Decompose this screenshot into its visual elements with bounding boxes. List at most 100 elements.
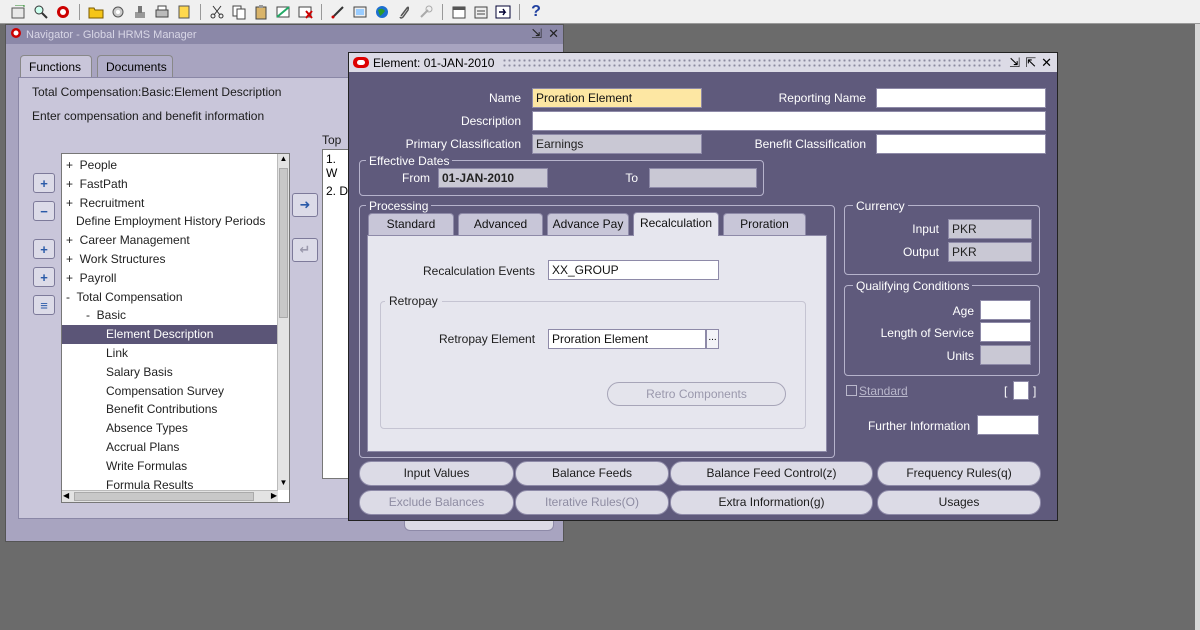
- frequency-rules-button[interactable]: Frequency Rules(q): [877, 461, 1041, 486]
- tab-advanced[interactable]: Advanced: [458, 213, 543, 235]
- balance-feeds-button[interactable]: Balance Feeds: [515, 461, 669, 486]
- tab-functions[interactable]: Functions: [20, 55, 92, 77]
- to-date-field[interactable]: [649, 168, 757, 188]
- tab-standard[interactable]: Standard: [368, 213, 454, 235]
- folder-tools-icon[interactable]: [472, 3, 490, 21]
- window-icon[interactable]: [494, 3, 512, 21]
- tree-item[interactable]: - Total Compensation: [62, 288, 289, 307]
- scrollbar-thumb[interactable]: [74, 492, 254, 501]
- units-field[interactable]: [980, 345, 1031, 365]
- scroll-right-icon[interactable]: ▶: [271, 491, 277, 500]
- standard-checkbox[interactable]: [846, 385, 857, 396]
- exclude-balances-button[interactable]: Exclude Balances: [359, 490, 514, 515]
- tree-item[interactable]: Salary Basis: [62, 363, 289, 382]
- tree-item[interactable]: + Payroll: [62, 269, 289, 288]
- gear-icon[interactable]: [109, 3, 127, 21]
- element-titlebar[interactable]: Element: 01-JAN-2010 ⇲ ⇱ ✕: [349, 53, 1057, 72]
- collapse-all-icon[interactable]: ≡: [33, 295, 55, 315]
- benefit-classification-field[interactable]: [876, 134, 1046, 154]
- tree-horizontal-scrollbar[interactable]: ◀ ▶: [62, 490, 278, 502]
- close-icon[interactable]: ✕: [548, 26, 559, 42]
- tree-item[interactable]: Benefit Contributions: [62, 400, 289, 419]
- tree-item[interactable]: - Basic: [62, 306, 289, 325]
- tree-item[interactable]: Accrual Plans: [62, 438, 289, 457]
- recalculation-events-field[interactable]: XX_GROUP: [548, 260, 719, 280]
- tree-item[interactable]: + Work Structures: [62, 250, 289, 269]
- tab-advance-pay[interactable]: Advance Pay: [547, 213, 629, 235]
- tree-item[interactable]: + Career Management: [62, 231, 289, 250]
- further-information-field[interactable]: [977, 415, 1039, 435]
- resize-icon[interactable]: ⇲: [531, 26, 542, 42]
- iterative-rules-button[interactable]: Iterative Rules(O): [515, 490, 669, 515]
- tab-proration[interactable]: Proration: [723, 213, 806, 235]
- navigator-icon[interactable]: [54, 3, 72, 21]
- tree-item[interactable]: Link: [62, 344, 289, 363]
- extra-information-button[interactable]: Extra Information(g): [670, 490, 873, 515]
- expand-branch-icon[interactable]: +: [33, 239, 55, 259]
- tree-item[interactable]: + People: [62, 156, 289, 175]
- reporting-name-field[interactable]: [876, 88, 1046, 108]
- help-icon[interactable]: ?: [527, 3, 545, 21]
- input-currency-field[interactable]: PKR: [948, 219, 1032, 239]
- delete-icon[interactable]: [296, 3, 314, 21]
- folder-icon[interactable]: [87, 3, 105, 21]
- maximize-icon[interactable]: ⇱: [1025, 55, 1036, 71]
- tools-icon[interactable]: [417, 3, 435, 21]
- tree-item[interactable]: Define Employment History Periods: [62, 212, 289, 231]
- name-field[interactable]: Proration Element: [532, 88, 702, 108]
- attachment-icon[interactable]: [175, 3, 193, 21]
- remove-from-top-ten-icon[interactable]: ↵: [292, 238, 318, 262]
- tree-item[interactable]: Write Formulas: [62, 457, 289, 476]
- tree-item[interactable]: + FastPath: [62, 175, 289, 194]
- descriptive-flexfield[interactable]: [1013, 381, 1029, 400]
- paperclip-icon[interactable]: [395, 3, 413, 21]
- expand-icon[interactable]: +: [33, 173, 55, 193]
- input-values-button[interactable]: Input Values: [359, 461, 514, 486]
- output-currency-field[interactable]: PKR: [948, 242, 1032, 262]
- calendar-icon[interactable]: [450, 3, 468, 21]
- globe-icon[interactable]: [373, 3, 391, 21]
- tab-recalculation[interactable]: Recalculation: [633, 212, 719, 236]
- add-to-top-ten-icon[interactable]: ➜: [292, 193, 318, 217]
- retropay-element-field[interactable]: Proration Element: [548, 329, 706, 349]
- expand-all-icon[interactable]: +: [33, 267, 55, 287]
- scroll-up-icon[interactable]: ▲: [278, 154, 289, 166]
- cut-icon[interactable]: [208, 3, 226, 21]
- list-item[interactable]: 1. W: [323, 150, 351, 182]
- primary-classification-field[interactable]: Earnings: [532, 134, 702, 154]
- tab-documents[interactable]: Documents: [97, 55, 173, 77]
- find-icon[interactable]: [32, 3, 50, 21]
- scroll-down-icon[interactable]: ▼: [278, 478, 289, 490]
- tree-item[interactable]: Absence Types: [62, 419, 289, 438]
- function-tree[interactable]: + People + FastPath + Recruitment Define E…: [61, 153, 290, 503]
- balance-feed-control-button[interactable]: Balance Feed Control(z): [670, 461, 873, 486]
- processing-title: Processing: [366, 199, 432, 213]
- zoom-icon[interactable]: [351, 3, 369, 21]
- stamp-icon[interactable]: [131, 3, 149, 21]
- scroll-left-icon[interactable]: ◀: [63, 491, 69, 500]
- tree-vertical-scrollbar[interactable]: ▲ ▼: [277, 154, 289, 490]
- age-field[interactable]: [980, 300, 1031, 320]
- clear-record-icon[interactable]: [274, 3, 292, 21]
- length-of-service-field[interactable]: [980, 322, 1031, 342]
- close-icon[interactable]: ✕: [1041, 55, 1052, 71]
- copy-icon[interactable]: [230, 3, 248, 21]
- standard-checkbox-label[interactable]: Standard: [859, 384, 908, 398]
- new-icon[interactable]: [10, 3, 28, 21]
- scrollbar-thumb[interactable]: [279, 168, 288, 318]
- edit-icon[interactable]: [329, 3, 347, 21]
- paste-icon[interactable]: [252, 3, 270, 21]
- minimize-icon[interactable]: ⇲: [1009, 55, 1020, 71]
- tree-item[interactable]: Compensation Survey: [62, 382, 289, 401]
- tree-item[interactable]: Element Description: [62, 325, 289, 344]
- tree-item[interactable]: + Recruitment: [62, 194, 289, 213]
- retro-components-button[interactable]: Retro Components: [607, 382, 786, 406]
- list-of-values-button[interactable]: ...: [706, 329, 719, 349]
- description-field[interactable]: [532, 111, 1046, 131]
- navigator-titlebar[interactable]: Navigator - Global HRMS Manager ⇲ ✕: [6, 25, 563, 44]
- print-icon[interactable]: [153, 3, 171, 21]
- collapse-icon[interactable]: −: [33, 201, 55, 221]
- from-date-field[interactable]: 01-JAN-2010: [438, 168, 548, 188]
- usages-button[interactable]: Usages: [877, 490, 1041, 515]
- list-item[interactable]: 2. D: [323, 182, 351, 200]
